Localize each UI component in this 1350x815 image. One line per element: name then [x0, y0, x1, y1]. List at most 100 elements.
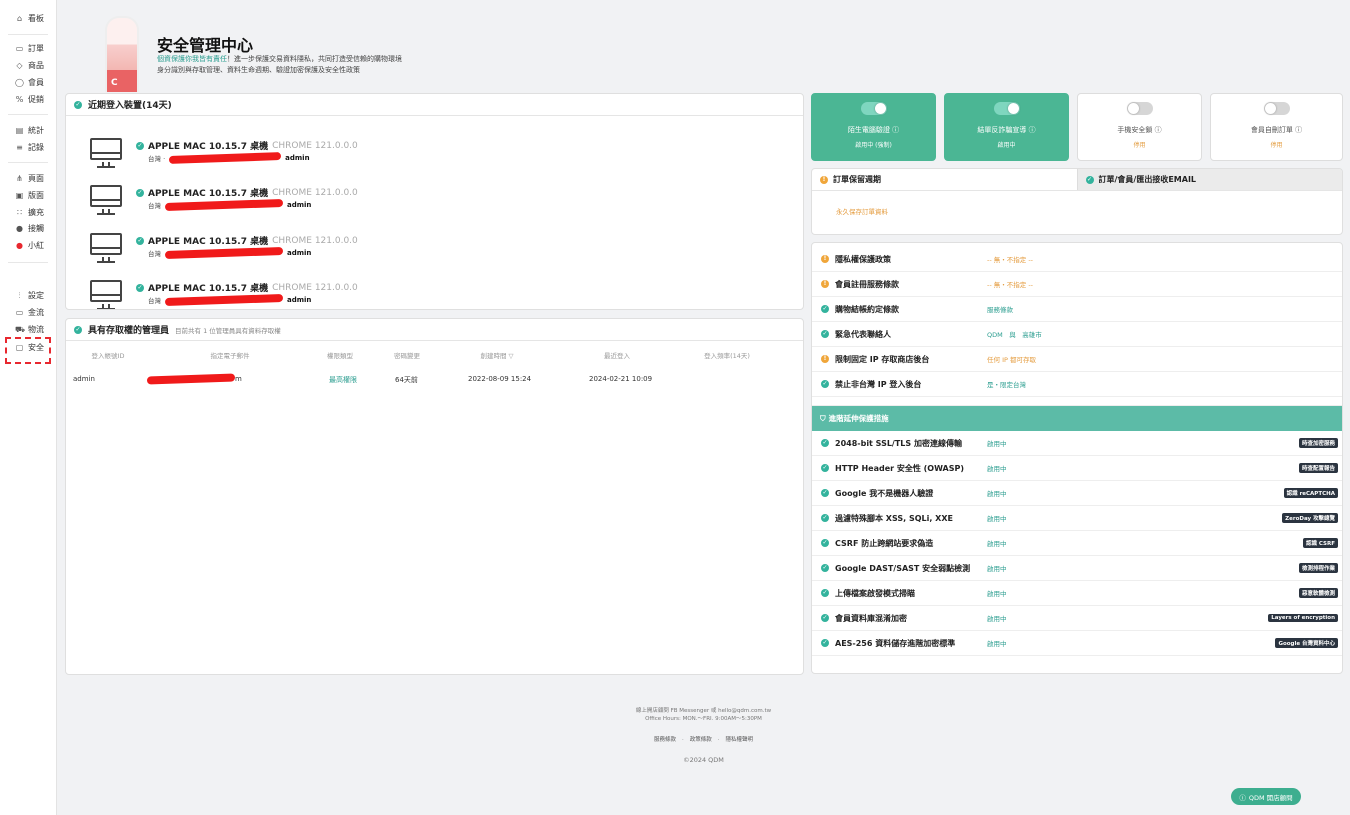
policy-row[interactable]: ✓ 購物結帳約定條款 服務條款: [812, 297, 1342, 322]
check-icon: ✓: [136, 141, 144, 150]
percent-icon: %: [15, 95, 24, 104]
toggle-card-member-delete-order[interactable]: 會員自刪訂單 ⓘ 停用: [1210, 93, 1343, 161]
footer-contact: 線上開店顧問 FB Messenger 或 hello@qdm.com.tw: [635, 708, 772, 714]
check-icon: ✓: [821, 539, 829, 547]
sidebar-item-label: 訂單: [28, 44, 44, 53]
consultant-button[interactable]: ⓘ QDM 開店顧問: [1231, 788, 1301, 805]
sidebar-item-pages[interactable]: ⋔ 頁面: [15, 173, 44, 184]
sitemap-icon: ⋔: [16, 174, 23, 183]
tag-icon: ◇: [16, 61, 23, 70]
sidebar-item-stats[interactable]: ▤ 統計: [15, 125, 44, 136]
protection-badge[interactable]: 惡意軟體檢測: [1298, 588, 1338, 598]
page-title: 安全管理中心: [157, 36, 254, 55]
policy-row[interactable]: ! 限制固定 IP 存取商店後台 任何 IP 都可存取: [812, 347, 1342, 372]
retention-card: ! 訂單保留週期 ✓ 訂單/會員/匯出接收EMAIL 永久保存訂單資料: [811, 168, 1343, 235]
retention-value: 永久保存訂單資料: [836, 208, 888, 216]
sidebar-item-dashboard[interactable]: ⌂ 看板: [15, 13, 44, 24]
tab-retention[interactable]: ! 訂單保留週期: [812, 169, 1077, 190]
section-title: 進階延伸保護措施: [828, 414, 889, 423]
highlight-box: [5, 337, 51, 364]
toggle-card-phone-lock[interactable]: 手機安全鎖 ⓘ 停用: [1077, 93, 1202, 161]
policy-row[interactable]: ! 隱私權保護政策 -- 無・不指定 --: [812, 247, 1342, 272]
footer-link-privacy[interactable]: 隱私權聲明: [726, 737, 754, 743]
toggle-switch[interactable]: [1263, 102, 1290, 115]
policy-label: 隱私權保護政策: [835, 254, 891, 264]
page-subtitle-2: 身分識別與存取管理、資料生命週期、驗證加密保護及安全性政策: [157, 66, 360, 74]
check-icon: ✓: [821, 489, 829, 497]
redaction-mark: [169, 152, 282, 164]
sidebar-item-label: 會員: [28, 78, 44, 87]
card-note: 目前共有 1 位管理員具有資料存取權: [175, 326, 281, 335]
protection-badge[interactable]: 認識 reCAPTCHA: [1283, 488, 1338, 498]
protection-row: ✓ Google 我不是機器人驗證 啟用中 認識 reCAPTCHA: [812, 481, 1342, 506]
toggle-status: 啟用中: [997, 142, 1016, 149]
sidebar-item-promotions[interactable]: % 促銷: [15, 94, 44, 105]
sidebar-item-payments[interactable]: ▭ 金流: [15, 307, 44, 318]
toggle-switch[interactable]: [860, 102, 887, 115]
sidebar-item-layout[interactable]: ▣ 版面: [15, 190, 44, 201]
protection-badge[interactable]: ZeroDay 攻擊總覽: [1282, 513, 1338, 523]
footer-link-terms[interactable]: 服務條款: [654, 737, 676, 743]
protection-badge[interactable]: Layers of encryption: [1268, 614, 1338, 622]
sidebar-item-members[interactable]: ◯ 會員: [15, 77, 44, 88]
admin-last-login: 2024-02-21 10:09: [589, 375, 653, 383]
sidebar-item-contact[interactable]: ● 接觸: [15, 223, 44, 234]
sidebar-item-label: 頁面: [28, 174, 44, 183]
protection-badge[interactable]: 時查加密服務: [1298, 438, 1338, 448]
policy-value: 是・限定台灣: [987, 381, 1026, 389]
protection-label: AES-256 資料儲存進階加密標準: [835, 638, 956, 648]
toggle-switch[interactable]: [1126, 102, 1153, 115]
policy-row[interactable]: ! 會員註冊服務條款 -- 無・不指定 --: [812, 272, 1342, 297]
admin-created: 2022-08-09 15:24: [468, 375, 532, 383]
policy-row[interactable]: ✓ 禁止非台灣 IP 登入後台 是・限定台灣: [812, 372, 1342, 397]
card-header: ✓ 近期登入裝置(14天): [66, 94, 803, 116]
check-icon: ✓: [136, 283, 144, 292]
footer-link-policy[interactable]: 政策條款: [690, 737, 712, 743]
policy-row[interactable]: ✓ 緊急代表聯絡人 QDM 與 高雄市: [812, 322, 1342, 347]
sidebar-item-orders[interactable]: ▭ 訂單: [15, 43, 44, 54]
subtitle-highlight[interactable]: 個資保護你我皆有責任: [157, 55, 227, 63]
policy-value: QDM 與 高雄市: [987, 331, 1042, 339]
toggle-switch[interactable]: [993, 102, 1020, 115]
admin-role[interactable]: 最高權限: [329, 375, 357, 385]
tab-email[interactable]: ✓ 訂單/會員/匯出接收EMAIL: [1076, 169, 1342, 190]
redaction-mark: [146, 373, 236, 385]
sidebar-item-extensions[interactable]: ∷ 擴充: [15, 207, 44, 218]
protection-label: 過濾特殊腳本 XSS, SQLi, XXE: [835, 513, 953, 523]
sidebar-item-label: 設定: [28, 291, 44, 300]
protection-badge[interactable]: 檢測排程作業: [1298, 563, 1338, 573]
device-os: APPLE MAC 10.15.7 桌機: [148, 237, 269, 247]
device-region: 台灣: [148, 202, 161, 210]
sidebar-item-logs[interactable]: ≡ 記錄: [15, 142, 44, 153]
protection-row: ✓ HTTP Header 安全性 (OWASP) 啟用中 時查配置報告: [812, 456, 1342, 481]
protection-badge[interactable]: 認識 CSRF: [1302, 538, 1338, 548]
device-region: 台灣: [148, 250, 161, 258]
toggle-card-unknown-device[interactable]: 陌生電腦驗證 ⓘ 啟用中 (強制): [811, 93, 936, 161]
warning-icon: !: [821, 355, 829, 363]
protection-label: Google DAST/SAST 安全弱點檢測: [835, 563, 971, 573]
sidebar-item-logistics[interactable]: ⛟ 物流: [15, 324, 44, 335]
card-title: 具有存取權的管理員: [88, 326, 170, 336]
column-header[interactable]: 創建時間 ▽: [467, 350, 527, 360]
device-browser: CHROME 121.0.0.0: [272, 235, 358, 246]
policies-card: ! 隱私權保護政策 -- 無・不指定 -- ! 會員註冊服務條款 -- 無・不指定 --…: [811, 242, 1343, 674]
check-icon: ✓: [821, 380, 829, 388]
policy-value: -- 無・不指定 --: [987, 256, 1034, 264]
device-item: ✓ APPLE MAC 10.15.7 桌機 CHROME 121.0.0.0 台灣…: [88, 231, 728, 271]
toggle-card-anti-fraud[interactable]: 結單反詐騙宣導 ⓘ 啟用中: [944, 93, 1069, 161]
toggle-status: 啟用中 (強制): [855, 142, 892, 149]
toggle-label: 會員自刪訂單 ⓘ: [1250, 126, 1303, 134]
device-os: APPLE MAC 10.15.7 桌機: [148, 284, 269, 294]
column-header: 最近登入: [604, 352, 630, 360]
toggle-label: 陌生電腦驗證 ⓘ: [847, 126, 900, 134]
protection-badge[interactable]: Google 台灣資料中心: [1275, 638, 1338, 648]
footer-links: 服務條款 · 政策條款 · 隱私權聲明: [653, 737, 754, 743]
sidebar-item-products[interactable]: ◇ 商品: [15, 60, 44, 71]
protection-badge[interactable]: 時查配置報告: [1298, 463, 1338, 473]
card-title: 近期登入裝置(14天): [88, 101, 172, 111]
protection-status: 啟用中: [987, 615, 1007, 623]
sidebar-item-label: 小紅: [28, 241, 44, 250]
sidebar-item-settings[interactable]: ⫶ 設定: [15, 290, 45, 301]
check-icon: ✓: [1085, 175, 1094, 184]
sidebar-item-xiaohongshu[interactable]: ● 小紅: [15, 240, 44, 251]
